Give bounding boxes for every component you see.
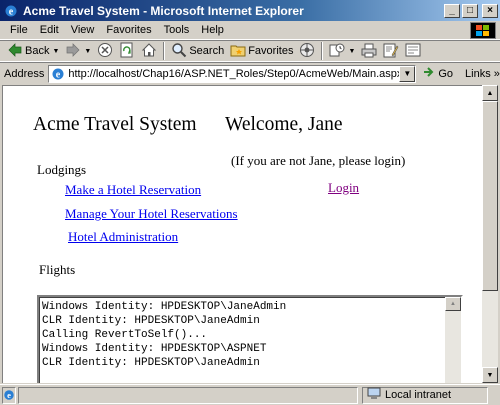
identity-textarea[interactable]: Windows Identity: HPDESKTOP\JaneAdmin CL… <box>37 295 463 383</box>
manage-reservations-link[interactable]: Manage Your Hotel Reservations <box>65 206 238 222</box>
hotel-administration-link[interactable]: Hotel Administration <box>68 229 178 245</box>
menu-help[interactable]: Help <box>195 24 230 36</box>
print-icon <box>361 42 377 61</box>
minimize-button[interactable]: _ <box>444 3 460 18</box>
address-bar: Address e http://localhost/Chap16/ASP.NE… <box>0 62 500 84</box>
menu-view[interactable]: View <box>65 24 101 36</box>
flights-heading: Flights <box>39 262 76 277</box>
forward-dropdown-icon[interactable]: ▼ <box>84 48 91 55</box>
welcome-message: Welcome, Jane <box>225 114 343 135</box>
login-note: (If you are not Jane, please login) <box>231 153 406 168</box>
security-zone: Local intranet <box>362 386 488 404</box>
menu-favorites[interactable]: Favorites <box>100 24 157 36</box>
edit-icon <box>383 42 399 61</box>
ie-icon: e <box>3 3 19 19</box>
identity-output: Windows Identity: HPDESKTOP\JaneAdmin CL… <box>39 297 445 383</box>
identity-line: Windows Identity: HPDESKTOP\JaneAdmin <box>42 301 287 313</box>
make-reservation-link[interactable]: Make a Hotel Reservation <box>65 182 201 198</box>
edit-button[interactable] <box>380 41 402 61</box>
standard-toolbar: Back ▼ ▼ Search Favorites ▼ <box>0 40 500 62</box>
scroll-up-arrow-icon[interactable]: ▲ <box>445 297 461 311</box>
window-title: Acme Travel System - Microsoft Internet … <box>23 3 304 18</box>
zone-label: Local intranet <box>385 389 452 401</box>
chevron-right-icon: » <box>493 67 500 80</box>
close-button[interactable]: × <box>482 3 498 18</box>
favorites-button[interactable]: Favorites <box>227 41 296 61</box>
home-icon <box>141 42 157 61</box>
menu-edit[interactable]: Edit <box>34 24 65 36</box>
go-button[interactable]: Go <box>422 65 453 82</box>
address-url[interactable]: http://localhost/Chap16/ASP.NET_Roles/St… <box>68 68 399 80</box>
refresh-button[interactable] <box>116 41 138 61</box>
login-link[interactable]: Login <box>328 180 359 196</box>
address-label: Address <box>4 67 45 80</box>
favorites-label: Favorites <box>248 45 294 57</box>
forward-button[interactable]: ▼ <box>62 41 94 61</box>
discuss-button[interactable] <box>402 41 424 61</box>
search-label: Search <box>189 45 225 57</box>
media-button[interactable] <box>296 41 318 61</box>
toolbar-separator <box>321 42 324 60</box>
forward-arrow-icon <box>65 42 81 61</box>
identity-line: CLR Identity: HPDESKTOP\JaneAdmin <box>42 315 260 327</box>
svg-text:e: e <box>7 390 11 400</box>
windows-logo-icon <box>470 22 496 39</box>
back-button[interactable]: Back ▼ <box>4 41 62 61</box>
links-label: Links <box>465 67 491 80</box>
favorites-folder-icon <box>230 42 246 61</box>
scroll-up-arrow-icon[interactable]: ▲ <box>482 85 498 101</box>
menu-file[interactable]: File <box>0 24 34 36</box>
stop-button[interactable] <box>94 41 116 61</box>
status-message <box>18 386 358 404</box>
status-bar: e Local intranet <box>0 384 500 405</box>
discuss-icon <box>405 42 421 61</box>
address-input[interactable]: e http://localhost/Chap16/ASP.NET_Roles/… <box>48 64 417 83</box>
stop-icon <box>97 42 113 61</box>
address-dropdown-icon[interactable]: ▼ <box>399 65 416 82</box>
search-icon <box>171 42 187 61</box>
identity-line: Windows Identity: HPDESKTOP\ASPNET <box>42 343 267 355</box>
svg-text:e: e <box>9 6 14 17</box>
scroll-down-arrow-icon[interactable]: ▼ <box>482 367 498 383</box>
title-bar[interactable]: e Acme Travel System - Microsoft Interne… <box>0 0 500 21</box>
maximize-button[interactable]: □ <box>462 3 478 18</box>
textarea-scrollbar[interactable]: ▲ <box>445 297 461 383</box>
scrollbar-thumb[interactable] <box>482 101 498 291</box>
lodgings-heading: Lodgings <box>37 162 87 177</box>
go-label: Go <box>438 67 454 80</box>
refresh-icon <box>119 42 135 61</box>
back-arrow-icon <box>7 42 23 61</box>
home-button[interactable] <box>138 41 160 61</box>
menu-bar: File Edit View Favorites Tools Help <box>0 21 500 40</box>
history-icon <box>329 42 345 61</box>
go-arrow-icon <box>422 65 436 82</box>
search-button[interactable]: Search <box>168 41 227 61</box>
status-page-icon: e <box>2 386 16 404</box>
toolbar-separator <box>163 42 166 60</box>
page-icon: e <box>51 67 65 81</box>
media-icon <box>299 42 315 61</box>
back-label: Back <box>25 45 50 57</box>
identity-line: Calling RevertToSelf()... <box>42 329 208 341</box>
intranet-computer-icon <box>367 387 381 403</box>
links-button[interactable]: Links » <box>465 68 500 80</box>
back-dropdown-icon[interactable]: ▼ <box>52 48 59 55</box>
svg-text:e: e <box>56 69 61 80</box>
history-button[interactable]: ▼ <box>326 41 358 61</box>
page-title: Acme Travel System <box>33 114 197 135</box>
page-scrollbar[interactable]: ▲ ▼ <box>482 85 498 383</box>
history-dropdown-icon[interactable]: ▼ <box>348 48 355 55</box>
browser-viewport[interactable]: Acme Travel System Welcome, Jane (If you… <box>2 85 482 383</box>
menu-tools[interactable]: Tools <box>158 24 196 36</box>
print-button[interactable] <box>358 41 380 61</box>
identity-line: CLR Identity: HPDESKTOP\JaneAdmin <box>42 357 260 369</box>
